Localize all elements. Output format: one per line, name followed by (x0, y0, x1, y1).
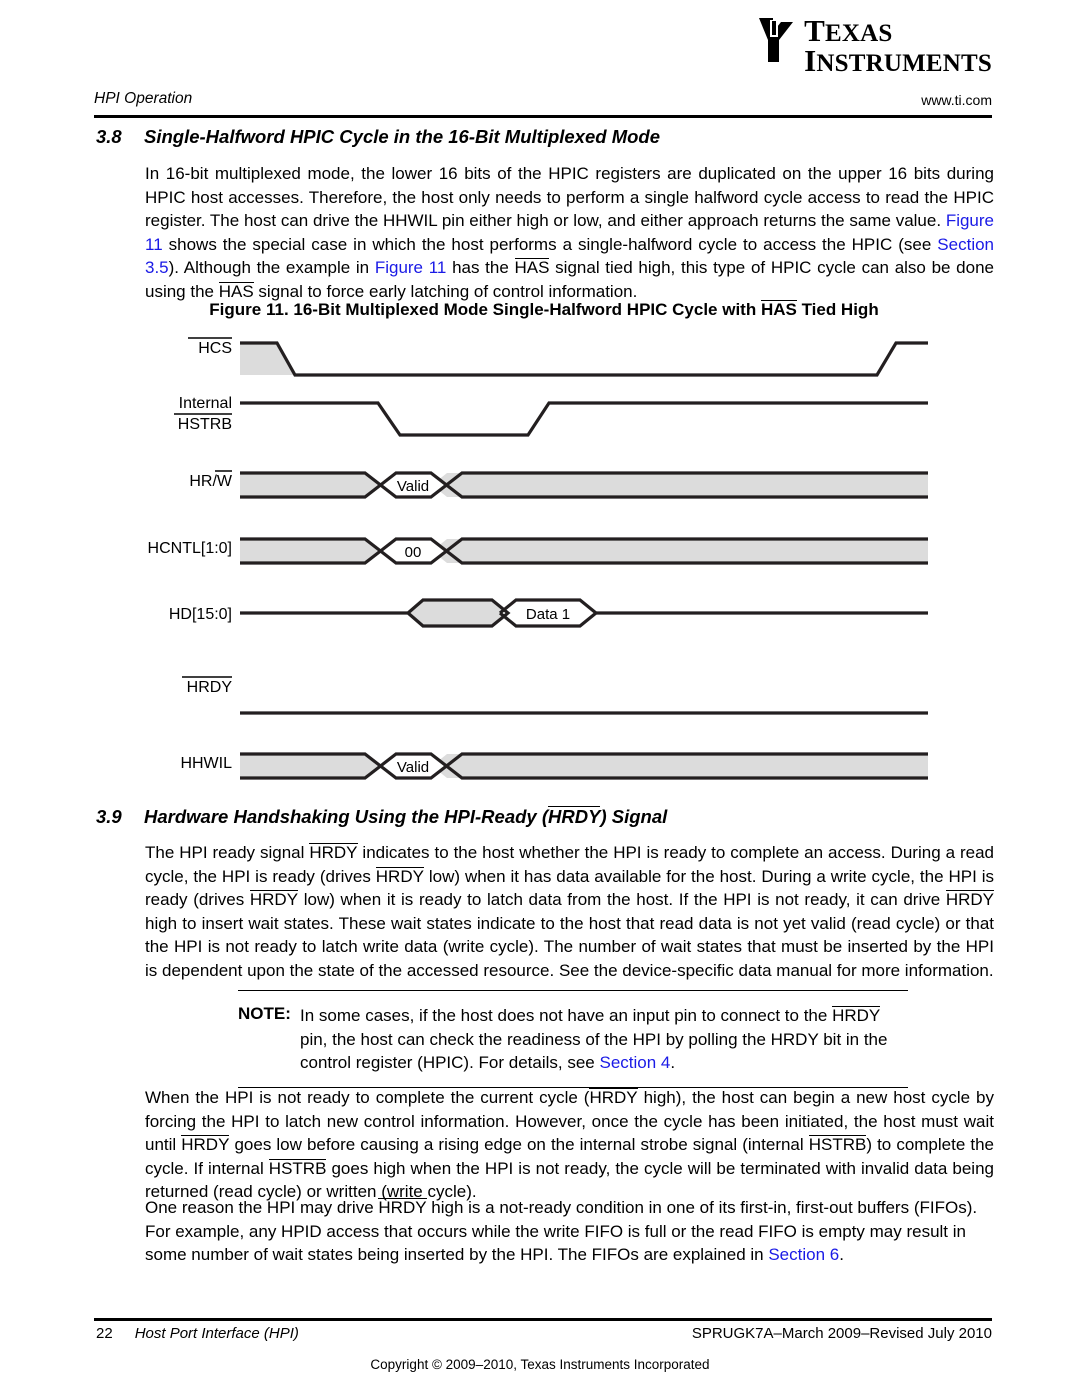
link-figure-11-b[interactable]: Figure 11 (375, 258, 447, 277)
section-number: 3.9 (96, 806, 122, 827)
copyright-notice: Copyright © 2009–2010, Texas Instruments… (370, 1357, 710, 1372)
signal-label-hstrb: HSTRB (178, 416, 232, 433)
caption-text: Figure 11. 16-Bit Multiplexed Mode Singl… (209, 300, 761, 319)
signal-name-hrdy: HRDY (309, 843, 358, 862)
signal-label-hcs: HCS (198, 340, 232, 357)
signal-name-hrdy: HRDY (375, 866, 424, 886)
waveform-hr-w: HR/W Valid (189, 470, 928, 499)
bus-value-hcntl: 00 (405, 544, 422, 561)
signal-name-hrdy: HRDY (945, 890, 995, 910)
figure-caption: Figure 11. 16-Bit Multiplexed Mode Singl… (96, 300, 992, 320)
footer-doc-id: SPRUGK7A–March 2009–Revised July 2010 (691, 1325, 992, 1342)
signal-label-hrdy: HRDY (187, 679, 233, 696)
page-number: 22 (96, 1325, 113, 1342)
logo-text-instruments: INSTRUMENTS (804, 42, 992, 78)
signal-label-hhwil: HHWIL (180, 755, 232, 772)
timing-diagram-svg: .wl { fill:none; stroke:#231f20; stroke-… (148, 337, 928, 780)
ti-logo: TEXAS INSTRUMENTS (756, 13, 992, 78)
hd-gray-fill (408, 600, 508, 626)
signal-label-hrw: HR/W (189, 473, 233, 490)
text-run: goes low before causing a rising edge on… (229, 1135, 809, 1155)
signal-name-hrdy: HRDY (378, 1198, 427, 1217)
hstrb-trace (240, 401, 928, 437)
hcntl-right-fill (432, 539, 928, 563)
note-label: NOTE: (238, 1004, 291, 1023)
hhwil-right-fill (432, 754, 928, 778)
logo-text-texas: TEXAS (804, 13, 893, 48)
note-block: NOTE: In some cases, if the host does no… (238, 990, 908, 1088)
text-run: low) when it is ready to latch data from… (298, 890, 946, 910)
text-run: In 16-bit multiplexed mode, the lower 16… (145, 164, 994, 231)
section-title: Hardware Handshaking Using the HPI-Ready… (144, 806, 667, 828)
title-text: Hardware Handshaking Using the HPI-Ready… (144, 806, 549, 827)
waveform-internal-hstrb: Internal HSTRB (174, 395, 928, 437)
timing-diagram: .wl { fill:none; stroke:#231f20; stroke-… (0, 325, 1080, 785)
text-run: ). Although the example in (168, 258, 375, 278)
footer-document-title: Host Port Interface (HPI) (134, 1325, 299, 1342)
text-run: . (670, 1053, 676, 1073)
signal-label-internal: Internal (179, 395, 232, 412)
bus-value-hhwil: Valid (397, 759, 429, 776)
signal-name-has: HAS (514, 258, 550, 278)
hrw-left-fill (240, 473, 380, 497)
text-run: One reason the HPI may drive (145, 1198, 379, 1217)
hcntl-left-fill (240, 539, 380, 563)
paragraph-not-ready: When the HPI is not ready to complete th… (145, 1086, 994, 1204)
signal-name-hstrb: HSTRB (268, 1158, 327, 1178)
waveform-hrdy: HRDY (182, 676, 928, 715)
signal-name-hrdy: HRDY (249, 890, 299, 910)
signal-name-hrdy: HRDY (181, 1135, 230, 1155)
signal-label-hd: HD[15:0] (169, 606, 232, 623)
text-run: pin, the host can check the readiness of… (300, 1029, 888, 1073)
waveform-hd: HD[15:0] Data 1 (169, 598, 928, 628)
waveform-hcntl: HCNTL[1:0] 00 (148, 537, 928, 565)
section-heading-3-9: 3.9 Hardware Handshaking Using the HPI-R… (96, 806, 992, 828)
text-run: In some cases, if the host does not have… (300, 1006, 833, 1025)
text-run: . (839, 1245, 844, 1265)
caption-text: Tied High (796, 300, 879, 319)
signal-label-hcntl: HCNTL[1:0] (148, 540, 232, 557)
text-run: high to insert wait states. These wait s… (145, 913, 994, 980)
link-section-4[interactable]: Section 4 (599, 1053, 670, 1072)
paragraph-3-9: The HPI ready signal HRDY indicates to t… (145, 841, 995, 983)
section-heading-3-8: 3.8 Single-Halfword HPIC Cycle in the 16… (96, 126, 992, 148)
text-run: When the HPI is not ready to complete th… (145, 1088, 590, 1107)
text-run: shows the special case in which the host… (162, 234, 938, 254)
section-number: 3.8 (96, 126, 122, 147)
paragraph-3-8: In 16-bit multiplexed mode, the lower 16… (145, 162, 994, 304)
hhwil-left-fill (240, 754, 380, 778)
hrw-right-fill (432, 473, 928, 497)
text-run: has the (446, 258, 515, 278)
waveform-hhwil: HHWIL Valid (180, 752, 928, 780)
signal-name-hrdy: HRDY (548, 806, 601, 827)
title-text: ) Signal (600, 806, 668, 827)
footer-left: 22 Host Port Interface (HPI) (96, 1325, 299, 1342)
note-text: In some cases, if the host does not have… (300, 1004, 908, 1075)
header-website: www.ti.com (921, 92, 992, 108)
section-title: Single-Halfword HPIC Cycle in the 16-Bit… (144, 126, 661, 147)
footer-rule (94, 1318, 992, 1321)
text-run: signal to force early latching of contro… (253, 281, 638, 301)
text-run: The HPI ready signal (145, 843, 310, 862)
hcs-trace (240, 341, 928, 377)
header-rule (94, 115, 992, 118)
bus-value-hd: Data 1 (526, 606, 570, 623)
waveform-hcs: HCS (188, 337, 928, 377)
page-header: HPI Operation www.ti.com (94, 90, 992, 118)
signal-name-has: HAS (760, 300, 797, 319)
signal-name-hrdy: HRDY (832, 1006, 881, 1025)
signal-name-hstrb: HSTRB (808, 1135, 867, 1155)
bus-value-hrw: Valid (397, 478, 429, 495)
paragraph-fifo: One reason the HPI may drive HRDY high i… (145, 1196, 994, 1267)
link-section-6[interactable]: Section 6 (768, 1245, 839, 1264)
ti-flame-mark (756, 16, 796, 64)
signal-name-has: HAS (218, 281, 254, 301)
signal-name-hrdy: HRDY (589, 1088, 638, 1107)
header-chapter-title: HPI Operation (94, 90, 193, 107)
